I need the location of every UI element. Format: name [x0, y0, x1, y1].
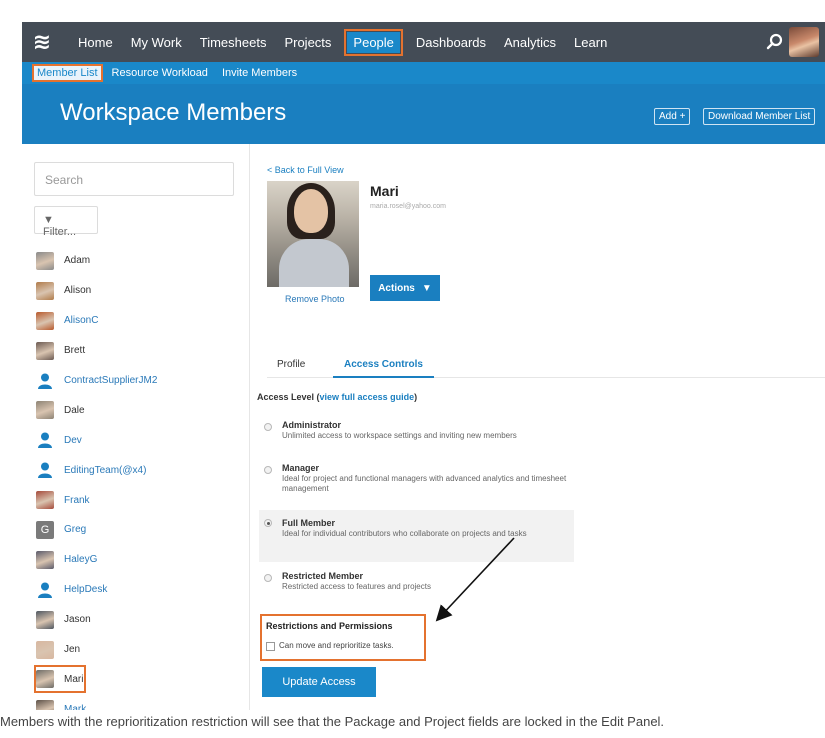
- app-window: ≋ Home My Work Timesheets Projects Peopl…: [22, 22, 825, 710]
- screenshot-caption: Members with the reprioritization restri…: [0, 714, 665, 729]
- annotation-arrow: [435, 537, 515, 622]
